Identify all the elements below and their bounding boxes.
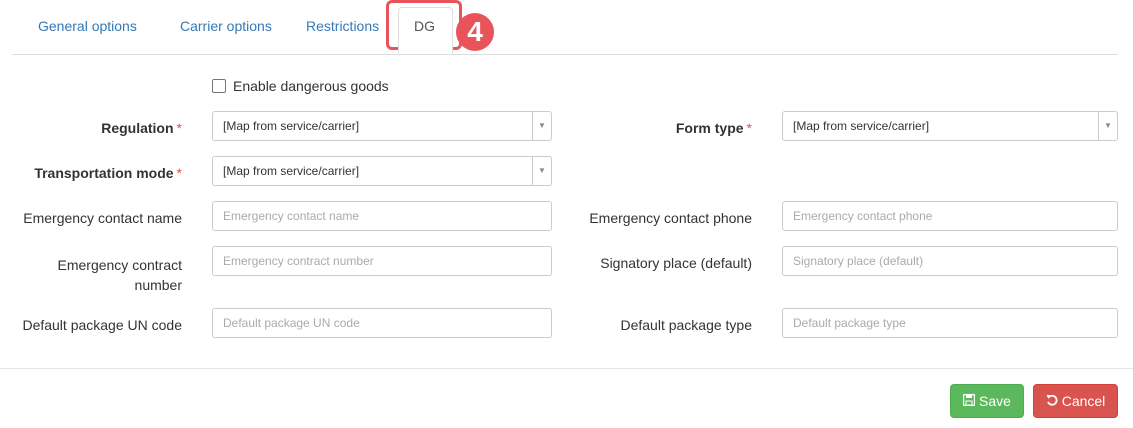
package-type-label: Default package type [620, 317, 752, 333]
tab-bar: General options Carrier options Restrict… [12, 8, 1118, 55]
floppy-icon [962, 393, 976, 409]
footer-divider [0, 368, 1133, 369]
un-code-label: Default package UN code [22, 317, 182, 333]
tab-dg-label: DG [414, 18, 435, 34]
emergency-name-input[interactable]: Emergency contact name [212, 201, 552, 231]
step-badge: 4 [456, 13, 494, 51]
caret-down-icon: ▼ [532, 112, 551, 140]
tab-general-options[interactable]: General options [38, 18, 137, 34]
emergency-contract-input[interactable]: Emergency contract number [212, 246, 552, 276]
emergency-phone-label: Emergency contact phone [589, 210, 752, 226]
signatory-label: Signatory place (default) [600, 255, 752, 271]
package-type-input[interactable]: Default package type [782, 308, 1118, 338]
emergency-contract-label: Emergency contract number [57, 257, 183, 293]
enable-dg-checkbox[interactable] [212, 79, 226, 93]
regulation-select[interactable]: [Map from service/carrier] ▼ [212, 111, 552, 141]
caret-down-icon: ▼ [1098, 112, 1117, 140]
enable-dg-row[interactable]: Enable dangerous goods [212, 78, 389, 94]
enable-dg-label: Enable dangerous goods [233, 78, 389, 94]
form-type-label: Form type * [675, 120, 752, 136]
un-code-input[interactable]: Default package UN code [212, 308, 552, 338]
caret-down-icon: ▼ [532, 157, 551, 185]
transport-mode-label: Transportation mode * [34, 165, 182, 181]
regulation-label: Regulation * [101, 120, 182, 136]
undo-icon [1046, 394, 1058, 409]
form-type-select[interactable]: [Map from service/carrier] ▼ [782, 111, 1118, 141]
emergency-name-label: Emergency contact name [23, 210, 182, 226]
signatory-input[interactable]: Signatory place (default) [782, 246, 1118, 276]
tab-restrictions[interactable]: Restrictions [306, 18, 379, 34]
emergency-phone-input[interactable]: Emergency contact phone [782, 201, 1118, 231]
transport-mode-select[interactable]: [Map from service/carrier] ▼ [212, 156, 552, 186]
cancel-button[interactable]: Cancel [1033, 384, 1118, 418]
tab-carrier-options[interactable]: Carrier options [180, 18, 272, 34]
save-button[interactable]: Save [950, 384, 1024, 418]
